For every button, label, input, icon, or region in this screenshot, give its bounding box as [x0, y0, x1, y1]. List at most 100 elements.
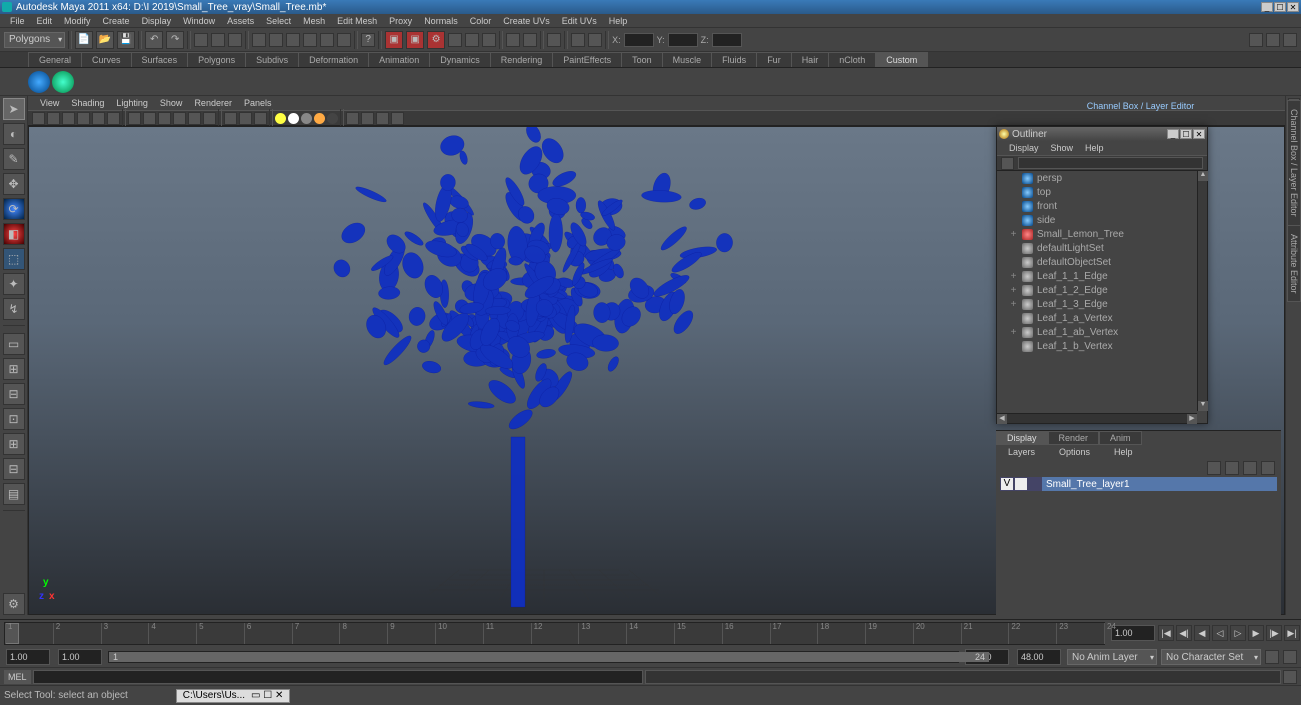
outliner-tree[interactable]: persptopfrontside+Small_Lemon_Treedefaul… — [999, 171, 1197, 411]
scroll-up-icon[interactable]: ▲ — [1198, 171, 1208, 181]
panel-isolate-icon[interactable] — [224, 112, 237, 125]
shelf-tab-muscle[interactable]: Muscle — [662, 52, 713, 67]
layer-tab-render[interactable]: Render — [1048, 431, 1100, 445]
panel-shadow-icon[interactable] — [188, 112, 201, 125]
shelf-tab-ncloth[interactable]: nCloth — [828, 52, 876, 67]
render-icon[interactable]: ▣ — [385, 31, 403, 49]
panel-renderer-a-icon[interactable] — [346, 112, 359, 125]
menu-assets[interactable]: Assets — [221, 16, 260, 26]
scroll-left-icon[interactable]: ◀ — [997, 414, 1007, 424]
outliner-menu-display[interactable]: Display — [1003, 143, 1045, 153]
sidebar-toggle-a-icon[interactable] — [1249, 33, 1263, 47]
prefs-icon[interactable] — [1283, 650, 1297, 664]
panel-grid-icon[interactable] — [92, 112, 105, 125]
shelf-tab-subdivs[interactable]: Subdivs — [245, 52, 299, 67]
menu-normals[interactable]: Normals — [418, 16, 464, 26]
layout-a-icon[interactable]: ⊟ — [3, 383, 25, 405]
layer-menu-help[interactable]: Help — [1108, 447, 1139, 457]
close-button[interactable]: ✕ — [1287, 2, 1299, 12]
rotate-tool-icon[interactable]: ⟳ — [3, 198, 25, 220]
expander-icon[interactable]: + — [1009, 327, 1018, 338]
layer-type-toggle[interactable] — [1014, 477, 1028, 491]
misc-b-icon[interactable] — [571, 33, 585, 47]
layout-b-icon[interactable] — [523, 33, 537, 47]
shelf-tab-hair[interactable]: Hair — [791, 52, 830, 67]
step-back-icon[interactable]: ◀ — [1194, 625, 1210, 641]
outliner-node[interactable]: side — [999, 213, 1197, 227]
menu-mesh[interactable]: Mesh — [297, 16, 331, 26]
menu-color[interactable]: Color — [464, 16, 498, 26]
panel-light-none-icon[interactable] — [327, 113, 338, 124]
autokey-icon[interactable] — [1265, 650, 1279, 664]
outliner-node[interactable]: +Leaf_1_3_Edge — [999, 297, 1197, 311]
outliner-node[interactable]: Leaf_1_b_Vertex — [999, 339, 1197, 353]
layout-c-icon[interactable]: ⊞ — [3, 433, 25, 455]
select-tool-icon[interactable]: ➤ — [3, 98, 25, 120]
layout-d-icon[interactable]: ⊟ — [3, 458, 25, 480]
menu-edit-mesh[interactable]: Edit Mesh — [331, 16, 383, 26]
menu-edit-uvs[interactable]: Edit UVs — [556, 16, 603, 26]
panel-light-sel-icon[interactable] — [301, 113, 312, 124]
lasso-mode-icon[interactable] — [211, 33, 225, 47]
panel-image-plane-icon[interactable] — [62, 112, 75, 125]
render-c-icon[interactable] — [482, 33, 496, 47]
vtab-attribute-editor[interactable]: Attribute Editor — [1287, 225, 1301, 303]
play-back-icon[interactable]: ◁ — [1212, 625, 1228, 641]
misc-c-icon[interactable] — [588, 33, 602, 47]
x-field[interactable] — [624, 33, 654, 47]
new-scene-icon[interactable]: 📄 — [75, 31, 93, 49]
script-editor-icon[interactable] — [1283, 670, 1297, 684]
outliner-menu-help[interactable]: Help — [1079, 143, 1110, 153]
minimize-button[interactable]: _ — [1261, 2, 1273, 12]
scroll-down-icon[interactable]: ▼ — [1198, 401, 1208, 411]
outliner-node[interactable]: defaultObjectSet — [999, 255, 1197, 269]
shelf-tab-animation[interactable]: Animation — [368, 52, 430, 67]
outliner-node[interactable]: +Small_Lemon_Tree — [999, 227, 1197, 241]
menu-create[interactable]: Create — [97, 16, 136, 26]
layer-vis-toggle[interactable]: V — [1000, 477, 1014, 491]
outliner-node[interactable]: top — [999, 185, 1197, 199]
shelf-tab-curves[interactable]: Curves — [81, 52, 132, 67]
move-tool-icon[interactable]: ✥ — [3, 173, 25, 195]
panel-menu-renderer[interactable]: Renderer — [188, 98, 238, 108]
go-start-icon[interactable]: |◀ — [1158, 625, 1174, 641]
paint-tool-icon[interactable]: ✎ — [3, 148, 25, 170]
layout-e-icon[interactable]: ▤ — [3, 483, 25, 505]
layer-move-down-icon[interactable] — [1225, 461, 1239, 475]
expander-icon[interactable]: + — [1009, 271, 1018, 282]
undo-icon[interactable]: ↶ — [145, 31, 163, 49]
layer-tab-display[interactable]: Display — [996, 431, 1048, 445]
soft-mod-tool-icon[interactable]: ✦ — [3, 273, 25, 295]
panel-select-cam-icon[interactable] — [32, 112, 45, 125]
range-start-field[interactable] — [6, 649, 50, 665]
layer-row[interactable]: VSmall_Tree_layer1 — [1000, 477, 1277, 491]
scroll-track[interactable] — [1007, 414, 1187, 423]
command-lang-button[interactable]: MEL — [4, 670, 31, 684]
single-view-icon[interactable]: ▭ — [3, 333, 25, 355]
panel-light-icon[interactable] — [173, 112, 186, 125]
snap-point-icon[interactable] — [286, 33, 300, 47]
render-a-icon[interactable] — [448, 33, 462, 47]
y-field[interactable] — [668, 33, 698, 47]
panel-film-gate-icon[interactable] — [107, 112, 120, 125]
range-handle[interactable]: 1 24 — [109, 652, 989, 662]
ipr-render-icon[interactable]: ▣ — [406, 31, 424, 49]
panel-wire-icon[interactable] — [128, 112, 141, 125]
outliner-search-icon[interactable] — [1001, 157, 1014, 170]
panel-textured-icon[interactable] — [158, 112, 171, 125]
go-end-icon[interactable]: ▶| — [1284, 625, 1300, 641]
render-b-icon[interactable] — [465, 33, 479, 47]
shelf-tab-deformation[interactable]: Deformation — [298, 52, 369, 67]
menu-edit[interactable]: Edit — [31, 16, 59, 26]
expander-icon[interactable]: + — [1009, 229, 1018, 240]
snap-curve-icon[interactable] — [269, 33, 283, 47]
shelf-custom-icon-1[interactable] — [28, 71, 50, 93]
range-track[interactable]: 1 24 — [108, 651, 959, 663]
step-fwd-icon[interactable]: ▶ — [1248, 625, 1264, 641]
layout-a-icon[interactable] — [506, 33, 520, 47]
layer-move-up-icon[interactable] — [1207, 461, 1221, 475]
expander-icon[interactable]: + — [1009, 299, 1018, 310]
misc-a-icon[interactable] — [547, 33, 561, 47]
menu-window[interactable]: Window — [177, 16, 221, 26]
menu-help[interactable]: Help — [603, 16, 634, 26]
